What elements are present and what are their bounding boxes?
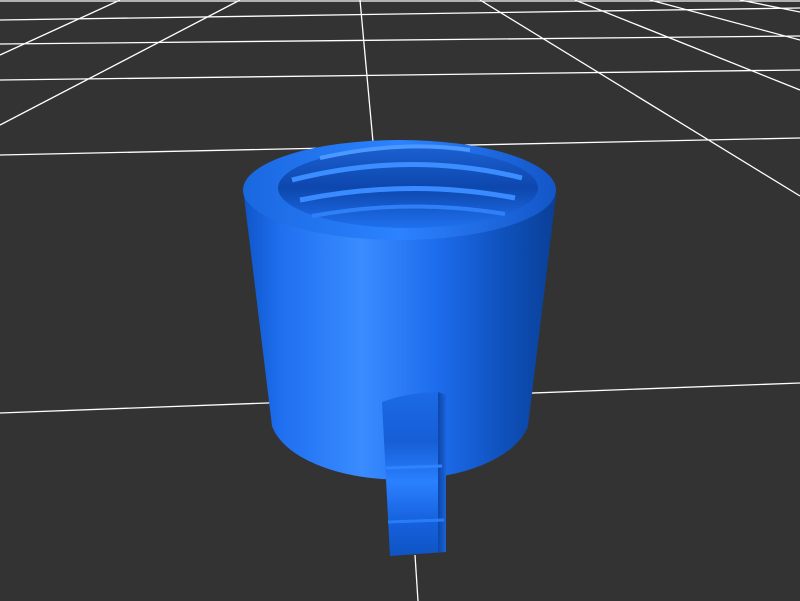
handle-band <box>385 464 443 470</box>
handle-band <box>387 518 445 524</box>
3d-viewport[interactable] <box>0 0 800 601</box>
grid-line <box>0 0 121 56</box>
grid-line <box>739 0 800 13</box>
grid-line <box>359 0 374 143</box>
handle-front <box>382 392 446 556</box>
grid-line <box>0 35 800 45</box>
grid-line <box>574 0 800 91</box>
grid-line <box>649 0 800 41</box>
cup-handle <box>382 392 446 556</box>
grid-line <box>414 554 419 601</box>
handle-side <box>438 392 446 552</box>
cup-model[interactable] <box>243 140 556 556</box>
grid-line <box>0 7 800 21</box>
grid-line <box>0 69 800 81</box>
